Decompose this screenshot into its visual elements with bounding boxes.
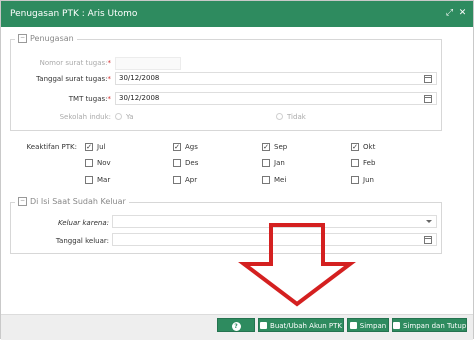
save-icon — [349, 322, 357, 329]
simpan-button[interactable]: Simpan — [347, 318, 389, 332]
down-arrow-annotation — [238, 223, 356, 307]
save-icon — [393, 322, 400, 329]
akun-ptk-button[interactable]: Buat/Ubah Akun PTK — [258, 318, 344, 332]
penugasan-dialog: Penugasan PTK : Aris Utomo ⤢ ✕ − Penugasa… — [0, 0, 474, 340]
arrow-shape — [238, 223, 356, 307]
help-icon: ? — [231, 322, 241, 331]
user-icon — [260, 322, 268, 329]
simpan-tutup-button[interactable]: Simpan dan Tutup — [392, 318, 467, 332]
help-button[interactable]: ? — [217, 318, 255, 332]
